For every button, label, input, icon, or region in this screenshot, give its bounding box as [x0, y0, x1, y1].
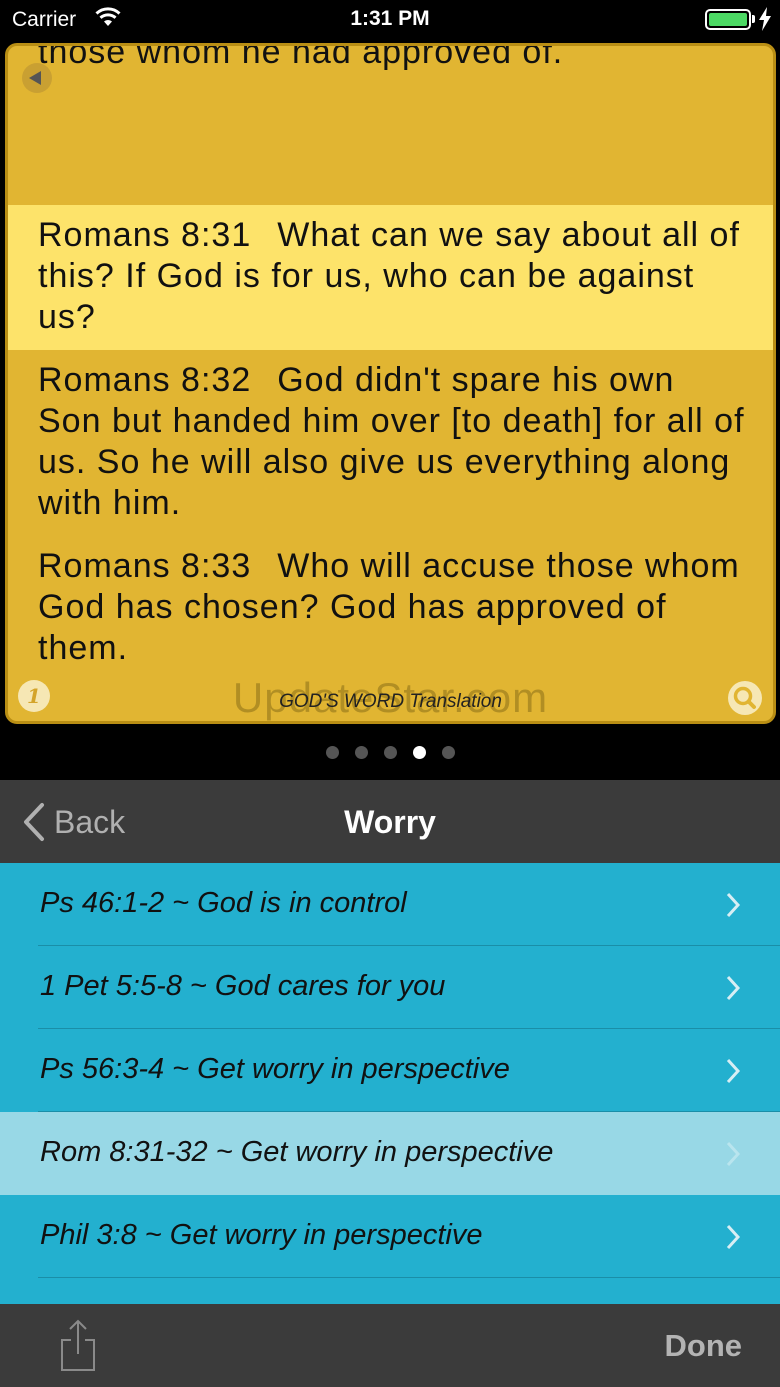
- partial-verse: Romans 8:30 He also approved of those wh…: [38, 46, 564, 71]
- list-item[interactable]: Ps 46:1-2 ~ God is in control: [0, 863, 780, 946]
- page-dot[interactable]: [383, 746, 397, 759]
- list-item-label: Ps 46:1-2 ~ God is in control: [40, 887, 407, 919]
- page-title: Worry: [344, 804, 436, 840]
- page-dot[interactable]: [354, 746, 368, 759]
- status-bar: Carrier 1:31 PM: [0, 0, 780, 40]
- verse-ref: Romans 8:32: [38, 361, 252, 399]
- verse-row[interactable]: Romans 8:32 God didn't spare his own Son …: [8, 360, 773, 524]
- scripture-card[interactable]: Romans 8:30 He also approved of those wh…: [5, 43, 776, 724]
- done-button[interactable]: Done: [665, 1328, 743, 1364]
- verse-scroll-area[interactable]: Romans 8:30 He also approved of those wh…: [8, 46, 773, 721]
- list-item-selected[interactable]: Rom 8:31-32 ~ Get worry in perspective: [0, 1112, 780, 1195]
- chevron-right-icon: [726, 1224, 741, 1250]
- verse-ref: Romans 8:31: [38, 216, 252, 254]
- chevron-right-icon: [726, 1141, 741, 1167]
- page-indicator[interactable]: [0, 746, 780, 759]
- list-item[interactable]: Phil 3:8 ~ Get worry in perspective: [0, 1195, 780, 1278]
- row-divider: [38, 1277, 780, 1278]
- chevron-right-icon: [726, 892, 741, 918]
- list-item-label: 1 Pet 5:5-8 ~ God cares for you: [40, 970, 446, 1002]
- list-item[interactable]: 1 Pet 5:5-8 ~ God cares for you: [0, 946, 780, 1029]
- verse-ref: Romans 8:33: [38, 547, 252, 585]
- list-item-label: Rom 8:31-32 ~ Get worry in perspective: [40, 1136, 554, 1168]
- verse-row[interactable]: Romans 8:33 Who will accuse those whom Go…: [8, 546, 773, 669]
- clock: 1:31 PM: [350, 7, 430, 30]
- previous-verse-icon[interactable]: [22, 63, 52, 93]
- page-dot-active[interactable]: [412, 746, 426, 759]
- list-item-label: Phil 3:8 ~ Get worry in perspective: [40, 1219, 483, 1251]
- verse-row[interactable]: Romans 8:31 What can we say about all of …: [8, 205, 773, 350]
- battery-cap: [752, 15, 755, 23]
- translation-label: GOD'S WORD Translation: [279, 691, 502, 712]
- topic-list[interactable]: Ps 46:1-2 ~ God is in control 1 Pet 5:5-…: [0, 863, 780, 1304]
- chevron-right-icon: [726, 1058, 741, 1084]
- chevron-right-icon: [726, 975, 741, 1001]
- navigation-bar: Back Worry: [0, 780, 780, 863]
- search-icon[interactable]: [728, 681, 762, 715]
- page-dot[interactable]: [325, 746, 339, 759]
- list-item-label: Ps 56:3-4 ~ Get worry in perspective: [40, 1053, 510, 1085]
- list-item[interactable]: Ps 56:3-4 ~ Get worry in perspective: [0, 1029, 780, 1112]
- share-icon[interactable]: [58, 1318, 98, 1372]
- battery-icon: [705, 9, 751, 30]
- page-dot[interactable]: [441, 746, 455, 759]
- charging-icon: [758, 7, 772, 36]
- bottom-toolbar: Done: [0, 1304, 780, 1387]
